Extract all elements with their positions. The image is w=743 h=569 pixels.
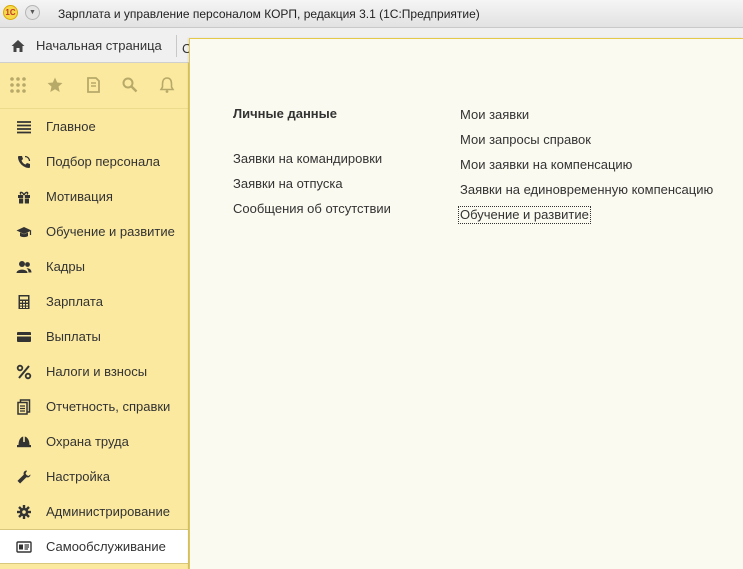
sidebar-item-training[interactable]: Обучение и развитие — [0, 214, 188, 249]
sidebar-item-label: Выплаты — [46, 329, 101, 344]
sidebar-item-label: Зарплата — [46, 294, 103, 309]
sidebar-item-label: Администрирование — [46, 504, 170, 519]
phone-icon — [18, 155, 31, 168]
percent-icon — [16, 364, 32, 379]
sidebar-item-label: Самообслуживание — [46, 539, 166, 554]
link-training-label: Обучение и развитие — [458, 206, 591, 224]
search-icon[interactable] — [121, 76, 139, 94]
sidebar-item-label: Настройка — [46, 469, 110, 484]
sidebar-item-label: Кадры — [46, 259, 85, 274]
quick-toolbar — [0, 63, 188, 109]
sidebar-item-label: Подбор персонала — [46, 154, 160, 169]
gift-icon — [18, 191, 30, 204]
link-absence-messages[interactable]: Сообщения об отсутствии — [233, 200, 391, 225]
sidebar-item-label: Налоги и взносы — [46, 364, 148, 379]
apps-grid-icon[interactable] — [9, 76, 27, 94]
tab-home-label: Начальная страница — [36, 38, 162, 53]
calculator-icon — [18, 294, 30, 309]
sidebar-item-taxes[interactable]: Налоги и взносы — [0, 354, 188, 389]
tab-home[interactable]: Начальная страница — [0, 28, 175, 63]
title-bar: 1С ▼ Зарплата и управление персоналом КО… — [0, 0, 743, 28]
home-icon — [11, 39, 25, 52]
sidebar-item-recruitment[interactable]: Подбор персонала — [0, 144, 188, 179]
sidebar-item-main[interactable]: Главное — [0, 109, 188, 144]
wrench-icon — [17, 470, 31, 483]
column-requests: Мои заявки Мои запросы справок Мои заявк… — [458, 106, 713, 231]
sidebar-item-label: Охрана труда — [46, 434, 129, 449]
sidebar-item-reports[interactable]: Отчетность, справки — [0, 389, 188, 424]
sidebar-item-labor-safety[interactable]: Охрана труда — [0, 424, 188, 459]
sidebar-item-label: Отчетность, справки — [46, 399, 171, 414]
graduation-cap-icon — [16, 226, 32, 237]
reports-icon — [17, 398, 31, 415]
link-training-and-development[interactable]: Обучение и развитие — [458, 206, 713, 231]
sections-sidebar: Главное Подбор персонала Мотивация Обуче… — [0, 63, 189, 569]
link-my-certificate-requests[interactable]: Мои запросы справок — [460, 131, 713, 156]
id-card-icon — [16, 540, 32, 553]
star-icon[interactable] — [46, 76, 64, 94]
link-business-trip-requests[interactable]: Заявки на командировки — [233, 150, 391, 175]
app-logo-icon[interactable]: 1С — [3, 5, 18, 20]
helmet-icon — [17, 435, 31, 447]
history-icon[interactable] — [84, 76, 102, 94]
wallet-icon — [17, 331, 31, 342]
link-one-time-compensation-requests[interactable]: Заявки на единовременную компенсацию — [460, 181, 713, 206]
sidebar-item-administration[interactable]: Администрирование — [0, 494, 188, 529]
sidebar-item-settings[interactable]: Настройка — [0, 459, 188, 494]
sidebar-item-motivation[interactable]: Мотивация — [0, 179, 188, 214]
sidebar-item-label: Обучение и развитие — [46, 224, 175, 239]
sidebar-item-hr[interactable]: Кадры — [0, 249, 188, 284]
sidebar-item-self-service[interactable]: Самообслуживание — [0, 529, 188, 564]
sidebar-item-label: Мотивация — [46, 189, 113, 204]
section-heading: Личные данные — [233, 106, 337, 121]
tab-divider — [176, 35, 177, 57]
window-title: Зарплата и управление персоналом КОРП, р… — [58, 7, 480, 21]
bell-icon[interactable] — [158, 76, 176, 94]
sidebar-item-label: Главное — [46, 119, 96, 134]
link-vacation-requests[interactable]: Заявки на отпуска — [233, 175, 391, 200]
link-my-compensation-requests[interactable]: Мои заявки на компенсацию — [460, 156, 713, 181]
users-icon — [16, 260, 32, 273]
sidebar-item-salary[interactable]: Зарплата — [0, 284, 188, 319]
column-spacer — [233, 126, 391, 150]
column-personal-data: Личные данные Заявки на командировки Зая… — [233, 106, 391, 225]
menu-lines-icon — [17, 120, 31, 133]
gear-icon — [17, 504, 31, 519]
main-menu-button[interactable]: ▼ — [25, 5, 40, 20]
link-my-requests[interactable]: Мои заявки — [460, 106, 713, 131]
section-panel: Личные данные Заявки на командировки Зая… — [189, 38, 743, 569]
sidebar-item-payments[interactable]: Выплаты — [0, 319, 188, 354]
